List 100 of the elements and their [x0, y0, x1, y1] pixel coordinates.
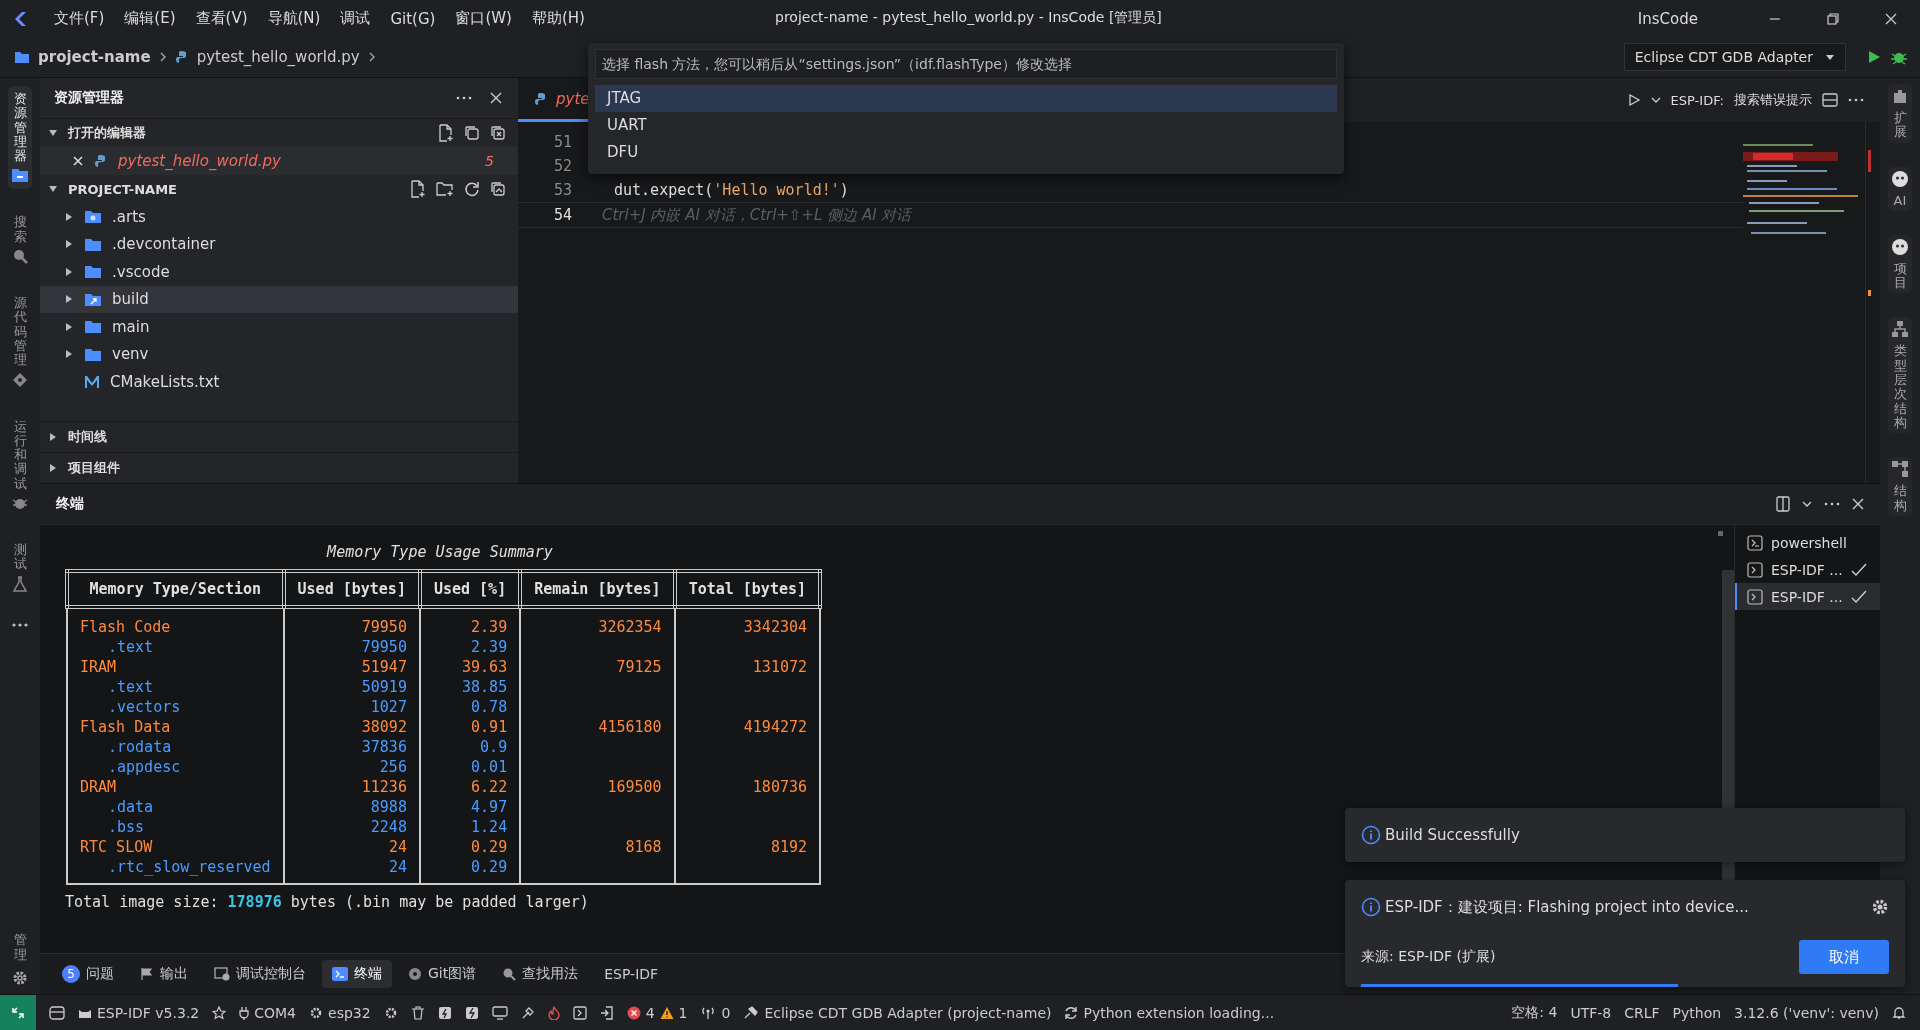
target-status[interactable]: esp32: [309, 1004, 371, 1021]
more-icon[interactable]: [1848, 98, 1864, 102]
new-file-icon[interactable]: [410, 180, 426, 198]
status-item[interactable]: UTF-8: [1570, 1004, 1612, 1021]
debug-config-dropdown[interactable]: Eclipse CDT GDB Adapter: [1623, 43, 1846, 71]
menu-item[interactable]: 调试: [330, 9, 381, 28]
menu-item[interactable]: Git(G): [380, 9, 446, 28]
flash-icon[interactable]: [437, 1005, 452, 1020]
caret-icon[interactable]: [48, 128, 58, 138]
chevron-down-icon[interactable]: [1650, 96, 1661, 104]
run-icon[interactable]: [1626, 93, 1641, 107]
notifications-icon[interactable]: [1892, 1005, 1906, 1020]
tree-item[interactable]: .devcontainer: [40, 230, 518, 258]
panel-tab[interactable]: 查找用法: [492, 960, 589, 988]
tree-item[interactable]: build: [40, 285, 518, 313]
monitor-icon[interactable]: [491, 1005, 508, 1020]
more-icon[interactable]: [1824, 502, 1840, 506]
save-all-icon[interactable]: [464, 125, 480, 141]
menu-item[interactable]: 查看(V): [185, 9, 258, 28]
trash-icon[interactable]: [410, 1005, 425, 1020]
activity-item[interactable]: 结构: [1888, 457, 1912, 516]
activity-item[interactable]: 搜索: [9, 209, 31, 271]
breadcrumb-item[interactable]: pytest_hello_world.py: [196, 48, 360, 66]
chevron-down-icon[interactable]: [1802, 500, 1812, 508]
login-icon[interactable]: [599, 1005, 614, 1020]
panel-tab[interactable]: Git图谱: [398, 960, 487, 988]
section-title[interactable]: 项目组件: [68, 459, 120, 477]
star-icon[interactable]: [212, 1005, 227, 1020]
activity-item[interactable]: 项目: [1888, 234, 1912, 294]
menu-item[interactable]: 文件(F): [44, 9, 115, 28]
ports-status[interactable]: 0: [700, 1004, 731, 1021]
run-icon[interactable]: [1866, 49, 1882, 65]
restore-icon[interactable]: [1826, 11, 1840, 26]
activity-item[interactable]: 测试: [9, 537, 31, 598]
caret-icon[interactable]: [64, 266, 74, 277]
terminal-session[interactable]: ESP-IDF ...: [1735, 556, 1880, 583]
terminal-session[interactable]: ESP-IDF ...: [1735, 583, 1880, 610]
tree-item[interactable]: .vscode: [40, 258, 518, 286]
section-title[interactable]: 打开的编辑器: [68, 124, 146, 142]
panel-tab[interactable]: ESP-IDF: [594, 961, 669, 987]
close-icon[interactable]: [1852, 498, 1864, 510]
caret-icon[interactable]: [48, 184, 58, 194]
section-title[interactable]: PROJECT-NAME: [68, 181, 177, 197]
close-icon[interactable]: [490, 92, 502, 104]
quick-pick-option[interactable]: JTAG: [595, 85, 1337, 112]
menu-item[interactable]: 导航(N): [257, 9, 331, 28]
terminal-icon[interactable]: [572, 1005, 587, 1020]
manage-label[interactable]: 管理: [13, 933, 27, 962]
python-status[interactable]: Python extension loading...: [1064, 1004, 1275, 1021]
terminal-session[interactable]: powershell: [1735, 529, 1880, 556]
section-title[interactable]: 时间线: [68, 428, 107, 446]
tree-item[interactable]: main: [40, 313, 518, 341]
activity-item[interactable]: 资源管理器: [8, 86, 32, 190]
idf-version-status[interactable]: ESP-IDF v5.3.2: [78, 1004, 200, 1021]
split-editor-icon[interactable]: [1822, 93, 1838, 107]
collapse-all-icon[interactable]: [490, 181, 506, 197]
quick-pick-input[interactable]: 选择 flash 方法，您可以稍后从“settings.json”（idf.flashType）修改选择: [595, 49, 1337, 79]
menu-item[interactable]: 帮助(H): [522, 9, 595, 28]
panel-icon[interactable]: [49, 1005, 65, 1020]
split-terminal-icon[interactable]: [1776, 496, 1790, 512]
activity-item[interactable]: 扩展: [1888, 84, 1912, 143]
more-icon[interactable]: [456, 96, 472, 100]
new-folder-icon[interactable]: [436, 181, 454, 197]
caret-icon[interactable]: [64, 239, 74, 250]
status-item[interactable]: 空格: 4: [1511, 1003, 1558, 1022]
remote-button[interactable]: [0, 995, 36, 1030]
settings-icon[interactable]: [383, 1005, 398, 1020]
caret-icon[interactable]: [64, 349, 74, 360]
close-icon[interactable]: [1884, 11, 1898, 26]
panel-tab[interactable]: 终端: [322, 960, 392, 988]
caret-icon[interactable]: [48, 463, 58, 473]
flash-icon[interactable]: [464, 1005, 479, 1020]
refresh-icon[interactable]: [464, 181, 480, 197]
close-all-icon[interactable]: [490, 125, 506, 141]
menu-item[interactable]: 编辑(E): [114, 9, 186, 28]
activity-item[interactable]: AI: [1888, 166, 1912, 211]
settings-icon[interactable]: [12, 970, 28, 986]
open-editor-item[interactable]: pytest_hello_world.py 5: [40, 147, 518, 175]
panel-tab[interactable]: 调试控制台: [204, 960, 316, 988]
activity-item[interactable]: 源代码管理: [9, 290, 31, 394]
caret-icon[interactable]: [64, 321, 74, 332]
breadcrumb-item[interactable]: project-name: [38, 48, 151, 66]
port-status[interactable]: COM4: [239, 1004, 297, 1021]
status-item[interactable]: Python: [1672, 1004, 1722, 1021]
flame-icon[interactable]: [547, 1005, 560, 1020]
tools-icon[interactable]: [520, 1005, 535, 1020]
caret-icon[interactable]: [48, 432, 58, 442]
activity-item[interactable]: 运行和调试: [9, 413, 31, 518]
tree-item[interactable]: .arts: [40, 203, 518, 231]
caret-icon[interactable]: [64, 211, 74, 222]
more-icon[interactable]: [11, 621, 29, 628]
menu-item[interactable]: 窗口(W): [445, 9, 522, 28]
activity-item[interactable]: 类型层次结构: [1888, 317, 1912, 434]
settings-icon[interactable]: [1871, 898, 1889, 916]
debug-status[interactable]: Eclipse CDT GDB Adapter (project-name): [743, 1004, 1052, 1021]
toolbar-link[interactable]: 搜索错误提示: [1734, 91, 1812, 109]
caret-icon[interactable]: [64, 294, 74, 305]
panel-tab[interactable]: 5 问题: [52, 960, 124, 988]
problems-status[interactable]: 4 1: [626, 1004, 688, 1021]
status-item[interactable]: 3.12.6 ('venv': venv): [1734, 1004, 1879, 1021]
